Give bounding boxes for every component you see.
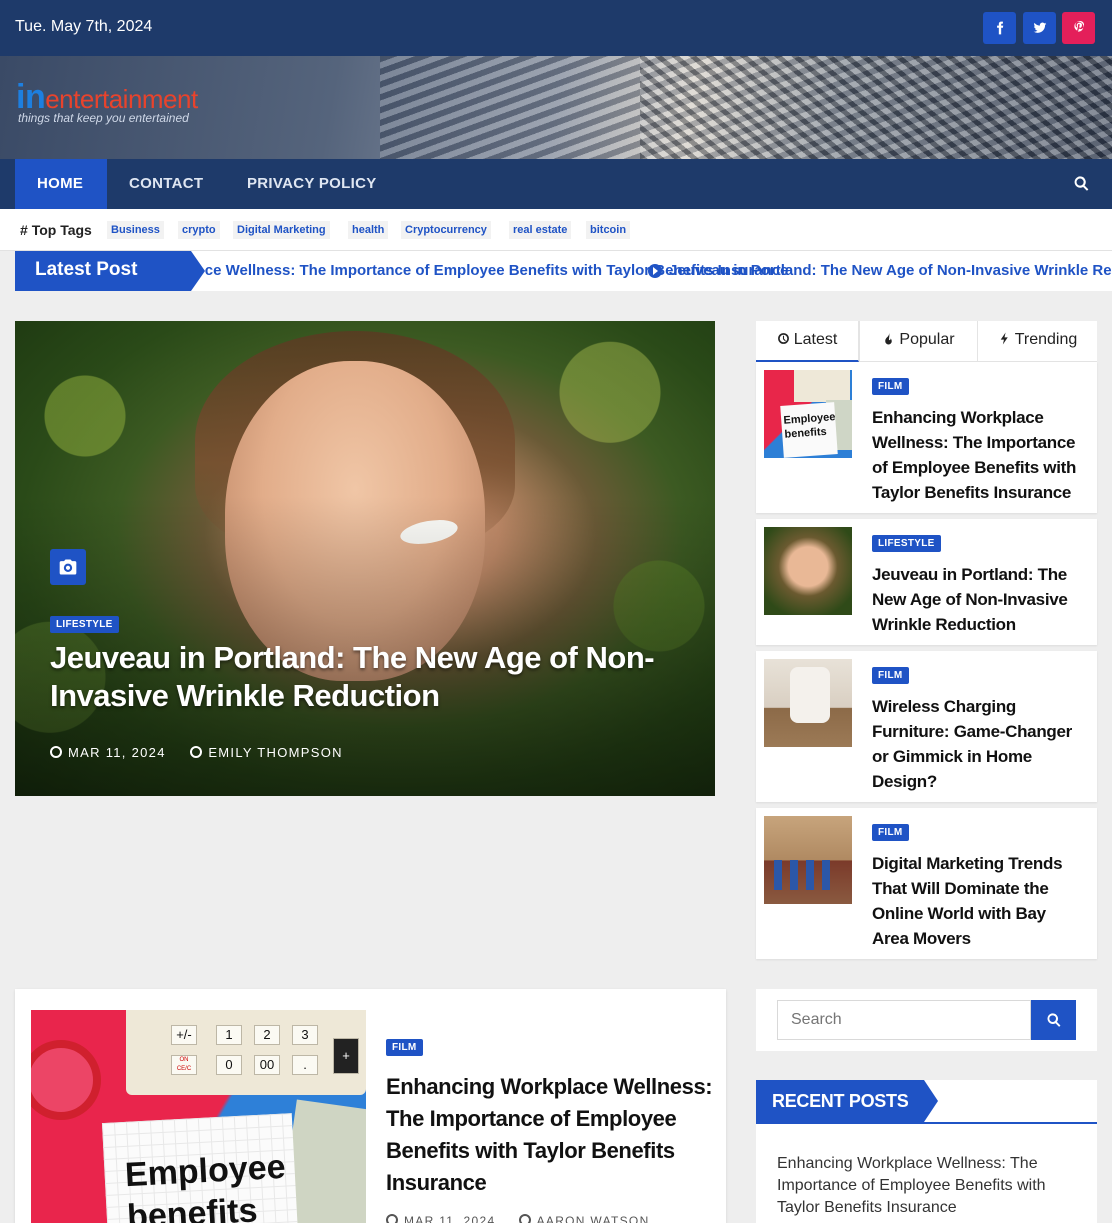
feature-post-date[interactable]: MAR 11, 2024 (404, 1214, 495, 1223)
top-bar: Tue. May 7th, 2024 (0, 0, 1112, 56)
nav-item-home[interactable]: HOME (37, 159, 83, 209)
facebook-icon (996, 21, 1003, 35)
nav-item-contact[interactable]: CONTACT (129, 159, 203, 209)
hero-date[interactable]: MAR 11, 2024 (68, 745, 166, 760)
latest-post-ticker: Latest Post Enhancing Workplace Wellness… (15, 251, 1112, 291)
feature-post-image[interactable]: +/- 1 2 3 ON CE/C 0 00 . + Employee benef… (31, 1010, 366, 1223)
user-icon (190, 746, 203, 758)
sidebar-post[interactable]: Employee benefits FILM Enhancing Workpla… (756, 362, 1097, 513)
user-icon (518, 1214, 531, 1223)
tab-latest[interactable]: Latest (756, 321, 859, 362)
recent-posts-heading: RECENT POSTS (756, 1080, 938, 1122)
feature-post-author[interactable]: AARON WATSON (537, 1214, 650, 1223)
sidebar-post[interactable]: LIFESTYLE Jeuveau in Portland: The New A… (756, 519, 1097, 645)
bolt-icon (1000, 332, 1008, 345)
tag-health[interactable]: health (348, 221, 389, 239)
tab-trending[interactable]: Trending (977, 321, 1097, 362)
pinterest-icon (1073, 21, 1084, 32)
feature-post-meta: MAR 11, 2024 AARON WATSON (386, 1214, 650, 1223)
post-thumbnail[interactable] (764, 816, 852, 904)
tag-crypto[interactable]: crypto (178, 221, 220, 239)
camera-icon (50, 549, 86, 585)
post-title[interactable]: Digital Marketing Trends That Will Domin… (872, 851, 1082, 951)
recent-posts-widget: RECENT POSTS Enhancing Workplace Wellnes… (756, 1080, 1097, 1223)
site-header: inentertainment things that keep you ent… (0, 56, 1112, 159)
post-category-badge[interactable]: LIFESTYLE (872, 535, 941, 552)
fire-icon (885, 332, 893, 345)
tag-bitcoin[interactable]: bitcoin (586, 221, 631, 239)
site-tagline: things that keep you entertained (18, 111, 189, 125)
post-title[interactable]: Jeuveau in Portland: The New Age of Non-… (872, 562, 1082, 637)
hero-title[interactable]: Jeuveau in Portland: The New Age of Non-… (50, 639, 670, 715)
sidebar-tabs: Latest Popular Trending (756, 321, 1097, 362)
tag-business[interactable]: Business (107, 221, 164, 239)
clock-icon (50, 746, 62, 758)
hero-category-badge[interactable]: LIFESTYLE (50, 616, 119, 633)
nav-item-privacy-policy[interactable]: PRIVACY POLICY (247, 159, 377, 209)
search-widget (756, 989, 1097, 1051)
hashtag-icon: # (20, 222, 28, 238)
feature-post-category-badge[interactable]: FILM (386, 1039, 423, 1056)
post-category-badge[interactable]: FILM (872, 824, 909, 841)
top-tags-label: # Top Tags (20, 222, 92, 238)
feature-post-title[interactable]: Enhancing Workplace Wellness: The Import… (386, 1071, 716, 1199)
post-thumbnail[interactable]: Employee benefits (764, 370, 852, 458)
pinterest-button[interactable] (1062, 12, 1095, 44)
search-icon (1047, 1013, 1060, 1027)
post-title[interactable]: Wireless Charging Furniture: Game-Change… (872, 694, 1082, 794)
feature-post-card[interactable]: +/- 1 2 3 ON CE/C 0 00 . + Employee benef… (15, 989, 726, 1223)
hero-featured-post[interactable]: LIFESTYLE Jeuveau in Portland: The New A… (15, 321, 715, 796)
ticker-item[interactable]: Jeuveau in Portland: The New Age of Non-… (648, 262, 1112, 279)
facebook-button[interactable] (983, 12, 1016, 44)
recent-post-link[interactable]: Enhancing Workplace Wellness: The Import… (777, 1153, 1077, 1219)
tag-real-estate[interactable]: real estate (509, 221, 572, 239)
clock-icon (386, 1214, 398, 1223)
post-thumbnail[interactable] (764, 659, 852, 747)
tag-cryptocurrency[interactable]: Cryptocurrency (401, 221, 491, 239)
site-logo[interactable]: inentertainment things that keep you ent… (16, 80, 198, 125)
post-title[interactable]: Enhancing Workplace Wellness: The Import… (872, 405, 1082, 505)
hero-meta: MAR 11, 2024 EMILY THOMPSON (50, 745, 343, 760)
nav-search-button[interactable] (1073, 175, 1090, 192)
search-icon (1074, 176, 1089, 191)
main-navigation: HOME CONTACT PRIVACY POLICY (0, 159, 1112, 209)
sidebar-post[interactable]: FILM Digital Marketing Trends That Will … (756, 808, 1097, 959)
twitter-button[interactable] (1023, 12, 1056, 44)
post-category-badge[interactable]: FILM (872, 378, 909, 395)
sidebar-post[interactable]: FILM Wireless Charging Furniture: Game-C… (756, 651, 1097, 802)
search-input[interactable] (777, 1000, 1031, 1040)
hero-author[interactable]: EMILY THOMPSON (208, 745, 343, 760)
post-thumbnail[interactable] (764, 527, 852, 615)
twitter-icon (1033, 22, 1046, 33)
tag-digital-marketing[interactable]: Digital Marketing (233, 221, 330, 239)
top-tags-bar: # Top Tags Business crypto Digital Marke… (0, 209, 1112, 251)
clock-icon (777, 333, 789, 344)
post-category-badge[interactable]: FILM (872, 667, 909, 684)
current-date: Tue. May 7th, 2024 (15, 18, 153, 35)
tab-popular[interactable]: Popular (859, 321, 977, 362)
latest-post-label: Latest Post (15, 251, 205, 291)
search-submit-button[interactable] (1031, 1000, 1076, 1040)
